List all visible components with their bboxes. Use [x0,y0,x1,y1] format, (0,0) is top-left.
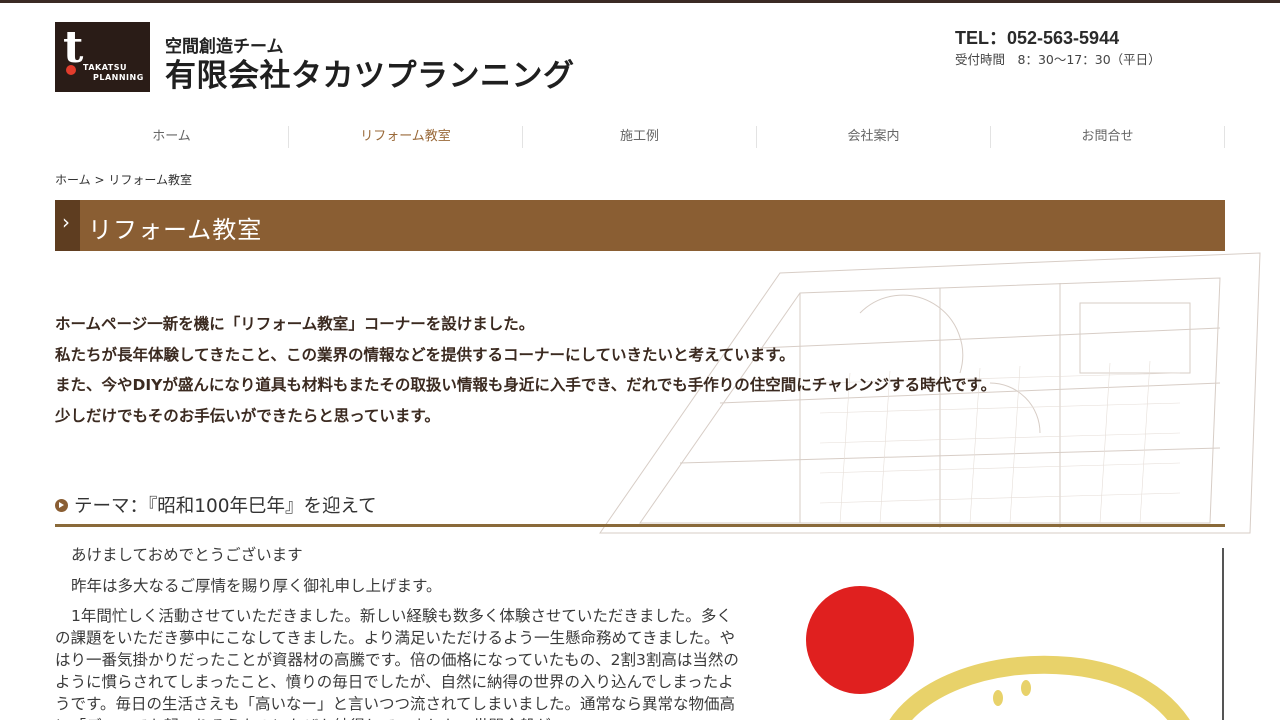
article-thanks: 昨年は多大なるご厚情を賜り厚く御礼申し上げます。 [71,577,442,595]
chevron-right-icon: › [62,210,70,234]
snake-eye-icon [993,690,1003,706]
nav-item-reform-class[interactable]: リフォーム教室 [289,126,523,148]
breadcrumb: ホーム > リフォーム教室 [55,171,192,188]
company-logo[interactable]: t TAKATSU PLANNING [55,22,150,92]
title-bar-tab: › [55,200,80,251]
theme-title: テーマ：『昭和100年巳年』を迎えて [74,496,377,517]
site-header: t TAKATSU PLANNING 空間創造チーム 有限会社タカツプランニング… [55,22,1225,102]
nav-item-works[interactable]: 施工例 [523,126,757,148]
breadcrumb-current: リフォーム教室 [108,173,193,187]
new-year-illustration [806,586,1190,720]
article-body: あけましておめでとうございます 昨年は多大なるご厚情を賜り厚く御礼申し上げます。… [55,544,745,720]
company-name: 有限会社タカツプランニング [165,58,575,94]
red-sun-icon [806,586,914,694]
page-title-bar: › リフォーム教室 [55,200,1225,251]
logo-red-dot [66,65,76,75]
theme-heading: テーマ：『昭和100年巳年』を迎えて [55,491,1225,527]
intro-line: 少しだけでもそのお手伝いができたらと思っています。 [55,406,440,425]
business-hours: 受付時間 8：30～17：30（平日） [955,52,1161,67]
nav-item-home[interactable]: ホーム [55,126,289,148]
logo-text-line1: TAKATSU [83,63,128,72]
article-paragraph: 1年間忙しく活動させていただきました。新しい経験も数多く体験させていただきました… [55,607,739,720]
intro-text: ホームページ一新を機に「リフォーム教室」コーナーを設けました。 私たちが長年体験… [55,309,1055,431]
breadcrumb-home-link[interactable]: ホーム [55,173,91,187]
breadcrumb-separator: > [94,173,105,187]
nav-item-company[interactable]: 会社案内 [757,126,991,148]
intro-line: また、今やDIYが盛んになり道具も材料もまたその取扱い情報も身近に入手でき、だれ… [55,376,997,394]
intro-line: 私たちが長年体験してきたこと、この業界の情報などを提供するコーナーにしていきたい… [55,345,795,364]
phone-number[interactable]: TEL：052-563-5944 [955,24,1119,50]
nav-item-contact[interactable]: お問合せ [991,126,1225,148]
intro-line: ホームページ一新を機に「リフォーム教室」コーナーを設けました。 [55,315,535,333]
logo-text-line2: PLANNING [93,73,144,82]
article-greeting: あけましておめでとうございます [71,546,303,564]
page-title: リフォーム教室 [88,216,263,244]
new-year-card-image [770,548,1224,720]
snake-body-icon [889,655,1190,720]
logo-mark: t [63,22,84,73]
main-nav: ホーム リフォーム教室 施工例 会社案内 お問合せ [55,126,1225,148]
snake-eye-icon [1021,680,1031,696]
circle-arrow-icon [55,499,68,512]
